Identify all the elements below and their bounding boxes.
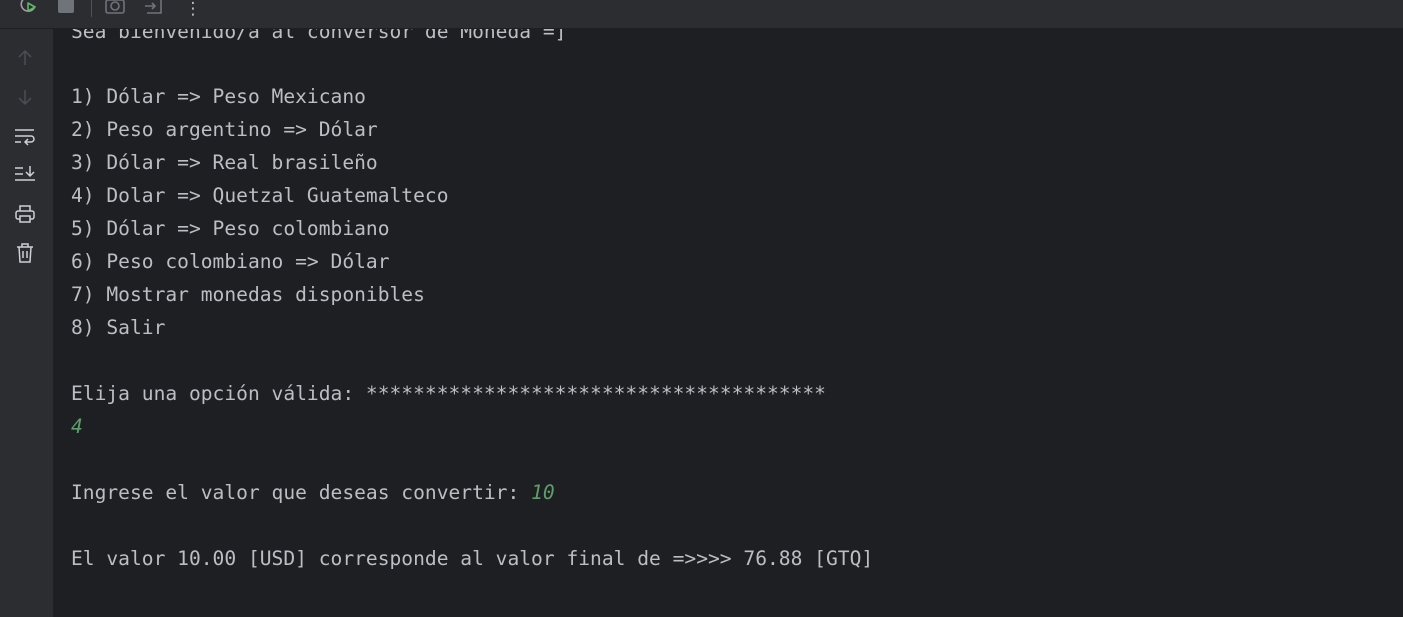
menu-option-7: 7) Mostrar monedas disponibles xyxy=(71,283,425,306)
console-gutter xyxy=(0,29,53,617)
scroll-to-end-icon[interactable] xyxy=(13,162,37,186)
more-options-icon[interactable]: ⋮ xyxy=(182,0,204,20)
stop-icon[interactable] xyxy=(55,0,77,16)
value-prompt: Ingrese el valor que deseas convertir: xyxy=(71,481,532,504)
menu-option-4: 4) Dolar => Quetzal Guatemalteco xyxy=(71,184,449,207)
menu-option-2: 2) Peso argentino => Dólar xyxy=(71,118,378,141)
soft-wrap-icon[interactable] xyxy=(13,124,37,148)
console-output[interactable]: Sea bienvenido/a al conversor de Moneda … xyxy=(53,29,1403,617)
value-prompt-line: Ingrese el valor que deseas convertir: 1… xyxy=(71,476,555,509)
menu-option-8: 8) Salir xyxy=(71,316,166,339)
value-input: 10 xyxy=(531,481,555,504)
trash-icon[interactable] xyxy=(13,241,37,265)
camera-icon[interactable] xyxy=(104,0,126,16)
welcome-line: Sea bienvenido/a al conversor de Moneda … xyxy=(71,29,567,43)
exit-icon[interactable] xyxy=(143,0,165,16)
console-toolbar: ⋮ xyxy=(0,0,1403,29)
menu-option-3: 3) Dólar => Real brasileño xyxy=(71,151,378,174)
option-prompt: Elija una opción válida: ***************… xyxy=(71,382,826,405)
print-icon[interactable] xyxy=(13,202,37,226)
up-arrow-icon[interactable] xyxy=(13,46,37,70)
menu-option-5: 5) Dólar => Peso colombiano xyxy=(71,217,390,240)
conversion-result: El valor 10.00 [USD] corresponde al valo… xyxy=(71,547,874,570)
toolbar-separator xyxy=(91,0,92,17)
rerun-icon[interactable] xyxy=(18,0,40,16)
down-arrow-icon[interactable] xyxy=(13,85,37,109)
option-input: 4 xyxy=(71,415,83,438)
menu-option-1: 1) Dólar => Peso Mexicano xyxy=(71,85,366,108)
menu-option-6: 6) Peso colombiano => Dólar xyxy=(71,250,390,273)
